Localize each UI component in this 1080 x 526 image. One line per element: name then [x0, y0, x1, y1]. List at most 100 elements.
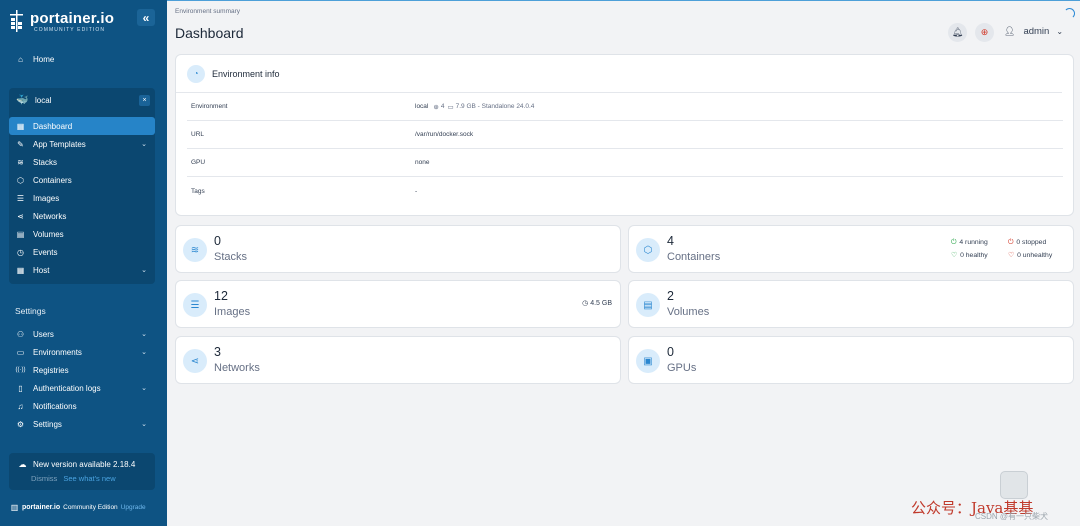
env-row-key: GPU [191, 159, 206, 166]
close-environment-button[interactable]: × [139, 95, 150, 106]
sidebar-item-settings[interactable]: ⚙ Settings ⌄ [9, 415, 155, 433]
environment-panel: 🐳 local × ▦ Dashboard ✎ App Templates ⌄ ≋ Stac… [9, 88, 155, 284]
heart-icon: ♡ [951, 252, 958, 259]
sidebar-item-events[interactable]: ◷ Events [9, 243, 155, 261]
images-label: Images [214, 306, 251, 318]
environment-name: local [35, 95, 52, 105]
sidebar-item-networks[interactable]: ⋖ Networks [9, 207, 155, 225]
sidebar-item-users[interactable]: ⚇ Users ⌄ [9, 325, 155, 343]
sidebar-item-app-templates[interactable]: ✎ App Templates ⌄ [9, 135, 155, 153]
sidebar-item-authentication-logs[interactable]: ▯ Authentication logs ⌄ [9, 379, 155, 397]
edit-icon: ✎ [17, 139, 24, 149]
loading-spinner-icon [1064, 8, 1075, 19]
settings-section-label: Settings [15, 306, 46, 316]
networks-count: 3 [214, 345, 221, 359]
env-row-key: Environment [191, 103, 228, 110]
help-button[interactable]: ⊕ [975, 23, 994, 42]
gear-icon: ⚙ [16, 419, 25, 429]
unhealthy-count: 0 unhealthy [1017, 252, 1053, 259]
sidebar-item-containers[interactable]: ⬡ Containers [9, 171, 155, 189]
upgrade-link[interactable]: Upgrade [121, 504, 146, 511]
sidebar-item-stacks[interactable]: ≋ Stacks [9, 153, 155, 171]
update-notice: ☁ New version available 2.18.4 Dismiss S… [9, 453, 155, 490]
containers-label: Containers [667, 251, 721, 263]
users-icon: ⚇ [16, 329, 25, 339]
portainer-logo[interactable]: portainer.io COMMUNITY EDITION [9, 10, 114, 34]
images-count: 12 [214, 289, 228, 303]
file-icon: ▯ [18, 383, 23, 393]
sidebar-item-label: Networks [33, 211, 67, 221]
sidebar-item-environments[interactable]: ▭ Environments ⌄ [9, 343, 155, 361]
power-icon: ⏻ [951, 239, 957, 246]
images-size: ◷ 4.5 GB [582, 299, 612, 307]
sidebar-item-label: Authentication logs [33, 383, 101, 393]
networks-card[interactable]: ⋖ 3 Networks [175, 336, 621, 384]
loading-bar [167, 0, 1080, 1]
environment-info-card: ◔ Environment info Environment local ⊕ 4… [175, 54, 1074, 216]
images-card[interactable]: ☰ 12 Images ◷ 4.5 GB [175, 280, 621, 328]
watermark-small: CSDN @有一只柴犬 [975, 512, 1049, 521]
power-off-icon: ⏻ [1008, 239, 1014, 246]
env-details: 7.9 GB - Standalone 24.0.4 [455, 103, 535, 110]
env-row-tags: Tags - [187, 177, 1063, 205]
sidebar-item-label: Dashboard [33, 121, 73, 131]
pie-chart-icon: ◷ [582, 300, 589, 307]
collapse-sidebar-button[interactable]: « [137, 9, 155, 26]
volumes-count: 2 [667, 289, 674, 303]
user-menu[interactable]: 👤︎ admin ⌄ [1004, 26, 1063, 37]
cpu-chip-icon: ▣ [636, 349, 660, 373]
chevron-down-icon: ⌄ [141, 421, 147, 428]
stacks-card[interactable]: ≋ 0 Stacks [175, 225, 621, 273]
sidebar-item-images[interactable]: ☰ Images [9, 189, 155, 207]
stacks-label: Stacks [214, 251, 248, 263]
stacks-count: 0 [214, 234, 221, 248]
box-icon: ⬡ [17, 175, 24, 185]
env-row-environment: Environment local ⊕ 4 ▭ 7.9 GB - Standal… [187, 93, 1063, 121]
sidebar-item-dashboard[interactable]: ▦ Dashboard [9, 117, 155, 135]
sidebar-item-label: Environments [33, 347, 82, 357]
sidebar-item-label: Host [33, 265, 50, 275]
gpus-card[interactable]: ▣ 0 GPUs [628, 336, 1074, 384]
notifications-button[interactable]: 🔔︎ [948, 23, 967, 42]
env-row-url: URL /var/run/docker.sock [187, 121, 1063, 149]
gpus-count: 0 [667, 345, 674, 359]
environment-header[interactable]: 🐳 local × [9, 88, 155, 112]
share-icon: ⋖ [17, 211, 24, 221]
footer-logo-icon: ▥ [10, 503, 19, 512]
sidebar-item-notifications[interactable]: ♫ Notifications [9, 397, 155, 415]
sidebar-item-registries[interactable]: ((·)) Registries [9, 361, 155, 379]
volumes-label: Volumes [667, 306, 710, 318]
gauge-icon: ◔ [187, 64, 205, 83]
logo-text: portainer.io [30, 9, 115, 27]
bell-icon: ♫ [17, 401, 24, 411]
sidebar-item-label: Notifications [33, 401, 77, 411]
sidebar-item-host[interactable]: ▦ Host ⌄ [9, 261, 155, 279]
chevron-down-icon: ⌄ [141, 141, 147, 148]
gpus-label: GPUs [667, 362, 697, 374]
grid-icon: ▦ [16, 265, 25, 275]
sidebar-item-label: Volumes [33, 229, 64, 239]
containers-card[interactable]: ⬡ 4 Containers ⏻ 4 running ⏻ 0 stopped ♡ 0 … [628, 225, 1074, 273]
layers-icon: ≋ [17, 157, 24, 167]
sidebar-item-label: Users [33, 329, 54, 339]
sidebar-item-label: Images [33, 193, 60, 203]
env-row-value: - [415, 187, 418, 195]
whats-new-link[interactable]: See what's new [63, 474, 115, 483]
bell-icon: 🔔︎ [951, 27, 964, 37]
sidebar-item-home[interactable]: ⌂ Home [9, 51, 155, 68]
dismiss-link[interactable]: Dismiss [31, 474, 57, 483]
env-row-gpu: GPU none [187, 149, 1063, 177]
breadcrumb: Environment summary [175, 8, 241, 15]
sidebar-item-label: Registries [33, 365, 69, 375]
home-icon: ⌂ [18, 55, 23, 64]
volumes-card[interactable]: ▤ 2 Volumes [628, 280, 1074, 328]
env-row-key: URL [191, 131, 205, 138]
running-count: 4 running [959, 239, 988, 246]
env-row-key: Tags [191, 187, 205, 195]
logo-icon [9, 10, 25, 34]
database-icon: ▤ [636, 293, 660, 317]
sidebar-item-volumes[interactable]: ▤ Volumes [9, 225, 155, 243]
cpu-count: 4 [440, 103, 445, 110]
heart-broken-icon: ♡ [1008, 252, 1015, 259]
environment-info-title: Environment info [212, 68, 280, 79]
